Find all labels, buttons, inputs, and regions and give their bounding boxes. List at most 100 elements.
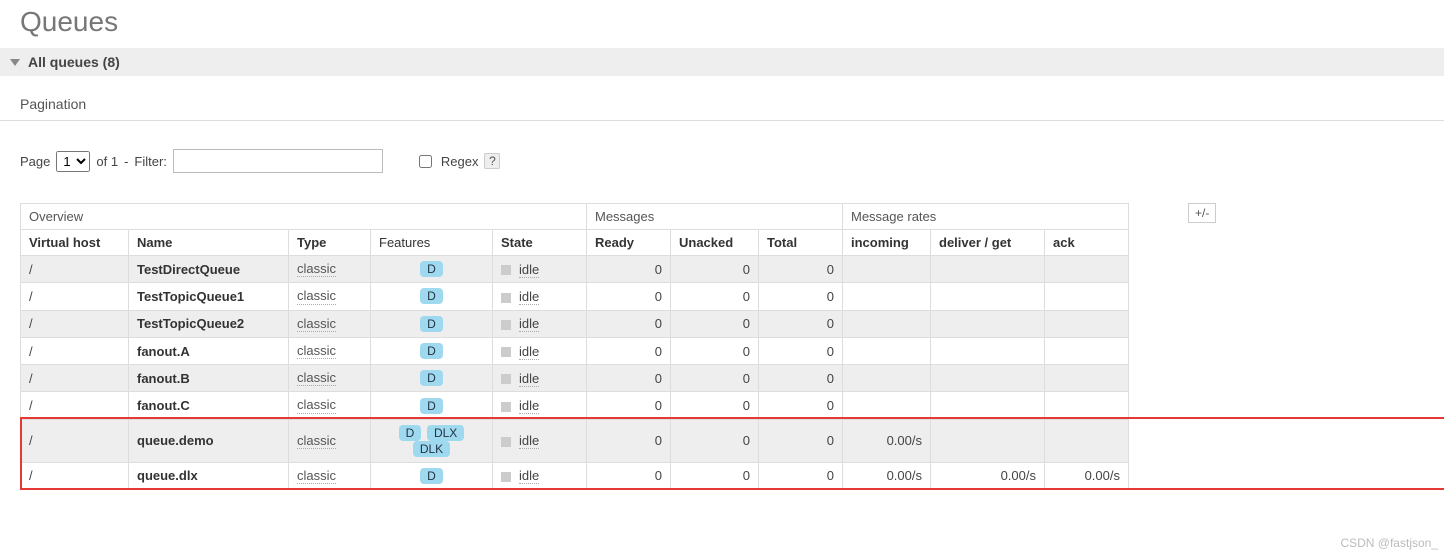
cell-features: D DLX DLK (371, 419, 493, 462)
pager: Page 1 of 1 - Filter: Regex ? (20, 149, 1424, 173)
chevron-down-icon (10, 59, 20, 66)
col-ack[interactable]: ack (1045, 230, 1129, 256)
table-row: /queue.democlassicD DLX DLKidle0000.00/s (21, 419, 1129, 462)
cell-total: 0 (759, 462, 843, 489)
feature-badge: DLX (427, 425, 464, 441)
feature-badge: D (420, 343, 443, 359)
table-row: /TestTopicQueue2classicDidle000 (21, 310, 1129, 337)
divider (0, 120, 1444, 121)
col-ready[interactable]: Ready (587, 230, 671, 256)
cell-features: D (371, 310, 493, 337)
table-row: /TestDirectQueueclassicDidle000 (21, 256, 1129, 283)
feature-badge: D (420, 468, 443, 484)
queue-link[interactable]: fanout.A (137, 344, 190, 359)
col-name[interactable]: Name (129, 230, 289, 256)
pagination-label: Pagination (20, 96, 1424, 116)
section-all-queues[interactable]: All queues (8) (0, 48, 1444, 76)
columns-toggle[interactable]: +/- (1188, 203, 1216, 223)
cell-vhost: / (21, 462, 129, 489)
cell-vhost: / (21, 365, 129, 392)
cell-vhost: / (21, 392, 129, 419)
cell-incoming (843, 310, 931, 337)
queue-link[interactable]: TestTopicQueue1 (137, 289, 244, 304)
cell-incoming (843, 256, 931, 283)
cell-deliver-get (931, 256, 1045, 283)
cell-ack (1045, 256, 1129, 283)
cell-incoming (843, 337, 931, 364)
state-icon (501, 293, 511, 303)
queue-link[interactable]: TestTopicQueue2 (137, 316, 244, 331)
queue-link[interactable]: queue.dlx (137, 468, 198, 483)
state-icon (501, 374, 511, 384)
cell-ready: 0 (587, 337, 671, 364)
group-overview: Overview (21, 204, 587, 230)
cell-name: fanout.B (129, 365, 289, 392)
cell-features: D (371, 337, 493, 364)
queue-link[interactable]: fanout.C (137, 398, 190, 413)
cell-ack (1045, 283, 1129, 310)
cell-state: idle (493, 462, 587, 489)
col-features[interactable]: Features (371, 230, 493, 256)
cell-type: classic (289, 365, 371, 392)
state-icon (501, 265, 511, 275)
cell-ack (1045, 419, 1129, 462)
feature-badge: D (420, 316, 443, 332)
queues-table-wrap: +/- Overview Messages Message rates Virt… (20, 203, 1424, 490)
cell-vhost: / (21, 256, 129, 283)
cell-unacked: 0 (671, 462, 759, 489)
cell-incoming (843, 392, 931, 419)
queue-link[interactable]: fanout.B (137, 371, 190, 386)
filter-input[interactable] (173, 149, 383, 173)
cell-total: 0 (759, 365, 843, 392)
state-icon (501, 472, 511, 482)
cell-unacked: 0 (671, 365, 759, 392)
col-state[interactable]: State (493, 230, 587, 256)
cell-state: idle (493, 392, 587, 419)
feature-badge: D (399, 425, 422, 441)
cell-ready: 0 (587, 310, 671, 337)
cell-type: classic (289, 337, 371, 364)
col-total[interactable]: Total (759, 230, 843, 256)
cell-vhost: / (21, 337, 129, 364)
state-icon (501, 437, 511, 447)
cell-name: TestDirectQueue (129, 256, 289, 283)
col-incoming[interactable]: incoming (843, 230, 931, 256)
table-row: /fanout.BclassicDidle000 (21, 365, 1129, 392)
col-unacked[interactable]: Unacked (671, 230, 759, 256)
cell-state: idle (493, 419, 587, 462)
cell-state: idle (493, 365, 587, 392)
cell-deliver-get (931, 392, 1045, 419)
help-icon[interactable]: ? (484, 153, 500, 169)
cell-vhost: / (21, 419, 129, 462)
queue-link[interactable]: queue.demo (137, 433, 214, 448)
col-deliver-get[interactable]: deliver / get (931, 230, 1045, 256)
cell-vhost: / (21, 310, 129, 337)
cell-deliver-get (931, 419, 1045, 462)
queue-link[interactable]: TestDirectQueue (137, 262, 240, 277)
col-vhost[interactable]: Virtual host (21, 230, 129, 256)
cell-total: 0 (759, 256, 843, 283)
feature-badge: D (420, 261, 443, 277)
cell-features: D (371, 462, 493, 489)
cell-ack (1045, 337, 1129, 364)
filter-label: Filter: (134, 154, 167, 169)
cell-ready: 0 (587, 256, 671, 283)
regex-label: Regex (441, 154, 479, 169)
cell-unacked: 0 (671, 310, 759, 337)
cell-state: idle (493, 256, 587, 283)
section-title: All queues (8) (28, 54, 120, 70)
cell-ready: 0 (587, 462, 671, 489)
queues-table: Overview Messages Message rates Virtual … (20, 203, 1129, 490)
regex-checkbox[interactable] (419, 155, 432, 168)
pager-separator: - (124, 154, 128, 169)
page-select[interactable]: 1 (56, 151, 90, 172)
col-type[interactable]: Type (289, 230, 371, 256)
cell-name: TestTopicQueue1 (129, 283, 289, 310)
cell-name: queue.demo (129, 419, 289, 462)
cell-incoming: 0.00/s (843, 462, 931, 489)
cell-features: D (371, 365, 493, 392)
state-icon (501, 347, 511, 357)
cell-deliver-get (931, 310, 1045, 337)
cell-state: idle (493, 310, 587, 337)
cell-name: fanout.A (129, 337, 289, 364)
